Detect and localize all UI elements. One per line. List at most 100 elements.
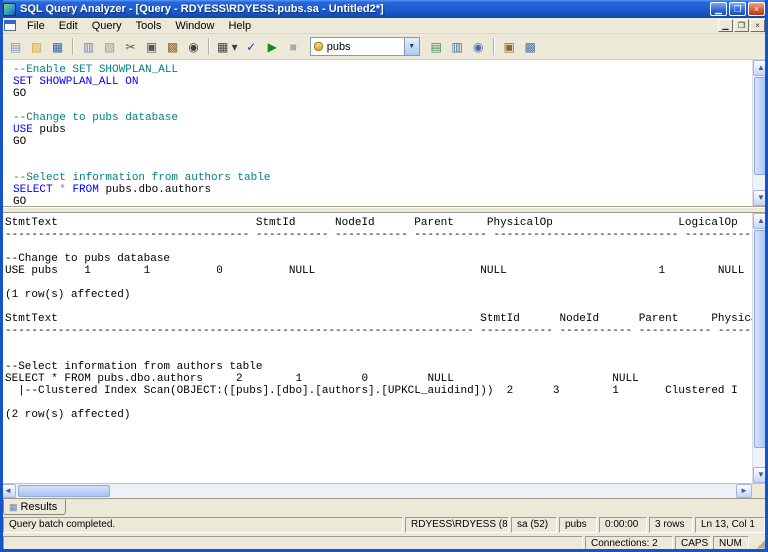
- object-search-button[interactable]: ◉: [468, 36, 489, 57]
- status-connections: Connections: 2: [585, 536, 673, 551]
- status-message: Query batch completed.: [3, 517, 403, 533]
- database-combo-value: pubs: [327, 41, 404, 53]
- scrollbar-corner: [752, 484, 768, 498]
- object-search-icon: ◉: [473, 41, 483, 53]
- save-disk-icon: ▦: [52, 41, 63, 53]
- toolbar-right: ▤ ▥ ◉ ▣ ▩: [426, 36, 541, 57]
- menu-window[interactable]: Window: [168, 18, 221, 34]
- editor-line: [13, 160, 752, 172]
- child-restore-button[interactable]: ❐: [734, 19, 749, 32]
- display-estimated-plan-button[interactable]: ▤: [426, 36, 447, 57]
- toolbar-left: ▤ ▨ ▦ ▥ ▧ ✂▣ ▩ ◉ ▦ ▾ ✓ ▶ ■: [5, 36, 304, 57]
- copy-button[interactable]: ▣: [141, 36, 162, 57]
- status-exec-time: 0:00:00: [599, 517, 647, 533]
- editor-line: USE pubs: [13, 124, 752, 136]
- results-vertical-scrollbar[interactable]: ▲ ▼: [752, 213, 768, 483]
- current-connection-properties-button[interactable]: ▣: [499, 36, 520, 57]
- connection-properties-icon: ▣: [504, 41, 515, 53]
- restore-button[interactable]: ❐: [729, 2, 746, 16]
- menu-tools[interactable]: Tools: [129, 18, 169, 34]
- results-output: StmtText StmtId NodeId Parent PhysicalOp…: [0, 213, 752, 483]
- parse-check-icon: ✓: [246, 41, 256, 53]
- query-window-icon: [4, 20, 16, 31]
- menu-edit[interactable]: Edit: [52, 18, 85, 34]
- editor-code: --Enable SET SHOWPLAN_ALLSET SHOWPLAN_AL…: [0, 60, 752, 206]
- editor-line: [13, 148, 752, 160]
- tab-results-label: Results: [21, 501, 58, 513]
- paste-icon: ▩: [167, 41, 178, 53]
- window-title: SQL Query Analyzer - [Query - RDYESS\RDY…: [20, 3, 708, 15]
- child-close-button[interactable]: ×: [750, 19, 765, 32]
- scroll-up-icon[interactable]: ▲: [753, 60, 768, 76]
- status-row-count: 3 rows: [649, 517, 693, 533]
- resize-grip-icon[interactable]: ◢: [751, 536, 766, 551]
- app-icon: [3, 3, 16, 16]
- results-pane: StmtText StmtId NodeId Parent PhysicalOp…: [0, 213, 768, 483]
- status-user: sa (52): [511, 517, 557, 533]
- template-icon: ▥: [83, 41, 94, 53]
- results-scroll-thumb[interactable]: [754, 230, 767, 448]
- cut-button[interactable]: ✂: [120, 36, 141, 57]
- new-query-button[interactable]: ▤: [5, 36, 26, 57]
- editor-vertical-scrollbar[interactable]: ▲ ▼: [752, 60, 768, 206]
- toolbar: ▤▨▦▥▧✂▣▩◉▦ ▾✓▶■ pubs ▼ ▤▥◉▣▩: [0, 34, 768, 60]
- clear-window-icon: ▧: [104, 41, 115, 53]
- results-pane-icon: ▩: [525, 41, 536, 53]
- save-query-button[interactable]: ▦: [47, 36, 68, 57]
- menu-query[interactable]: Query: [85, 18, 129, 34]
- scroll-down-icon[interactable]: ▼: [753, 467, 768, 483]
- editor-scroll-thumb[interactable]: [754, 77, 767, 175]
- execute-mode-button[interactable]: ▦ ▾: [214, 36, 241, 57]
- chevron-down-icon[interactable]: ▼: [404, 38, 419, 55]
- toolbar-separator: [493, 38, 495, 55]
- editor-line: --Enable SET SHOWPLAN_ALL: [13, 64, 752, 76]
- clear-window-button[interactable]: ▧: [99, 36, 120, 57]
- execute-query-button[interactable]: ▶: [262, 36, 283, 57]
- execution-plan-icon: ▤: [431, 41, 442, 53]
- status-cursor-position: Ln 13, Col 1: [695, 517, 765, 533]
- show-results-pane-button[interactable]: ▩: [520, 36, 541, 57]
- results-horizontal-scrollbar: ◄ ►: [0, 483, 768, 498]
- scroll-left-icon[interactable]: ◄: [0, 484, 16, 498]
- title-bar: SQL Query Analyzer - [Query - RDYESS\RDY…: [0, 0, 768, 18]
- menu-help[interactable]: Help: [221, 18, 258, 34]
- status-num-lock: NUM: [713, 536, 749, 551]
- results-tab-bar: ▦ Results: [0, 498, 768, 515]
- menu-file[interactable]: File: [20, 18, 52, 34]
- toolbar-separator: [208, 38, 210, 55]
- scroll-down-icon[interactable]: ▼: [753, 190, 768, 206]
- find-button[interactable]: ◉: [183, 36, 204, 57]
- child-minimize-button[interactable]: ▁: [718, 19, 733, 32]
- results-grid-icon: ▦: [9, 503, 18, 512]
- horizontal-scroll-thumb[interactable]: [18, 485, 110, 497]
- menu-bar: File Edit Query Tools Window Help ▁ ❐ ×: [0, 18, 768, 34]
- editor-line: GO: [13, 136, 752, 148]
- scroll-up-icon[interactable]: ▲: [753, 213, 768, 229]
- query-editor-pane[interactable]: --Enable SET SHOWPLAN_ALLSET SHOWPLAN_AL…: [0, 60, 768, 207]
- editor-line: GO: [13, 196, 752, 206]
- scroll-right-icon[interactable]: ►: [736, 484, 752, 498]
- paste-button[interactable]: ▩: [162, 36, 183, 57]
- cancel-query-button[interactable]: ■: [283, 36, 304, 57]
- minimize-button[interactable]: ▁: [710, 2, 727, 16]
- parse-query-button[interactable]: ✓: [241, 36, 262, 57]
- status-database: pubs: [559, 517, 597, 533]
- status-empty: [3, 536, 583, 551]
- status-caps-lock: CAPS: [675, 536, 711, 551]
- query-status-bar: Query batch completed. RDYESS\RDYESS (8.…: [0, 515, 768, 534]
- open-folder-icon: ▨: [31, 41, 42, 53]
- editor-line: SET SHOWPLAN_ALL ON: [13, 76, 752, 88]
- editor-line: --Select information from authors table: [13, 172, 752, 184]
- database-combo[interactable]: pubs ▼: [310, 37, 420, 56]
- cancel-stop-icon: ■: [290, 41, 297, 53]
- execute-play-icon: ▶: [268, 41, 277, 53]
- tab-results[interactable]: ▦ Results: [3, 499, 66, 515]
- execute-mode-dropdown-icon: ▦ ▾: [217, 41, 238, 53]
- insert-template-button[interactable]: ▥: [78, 36, 99, 57]
- horizontal-scroll-track[interactable]: [16, 484, 736, 498]
- sql-query-analyzer-window: SQL Query Analyzer - [Query - RDYESS\RDY…: [0, 0, 768, 552]
- close-button[interactable]: ×: [748, 2, 765, 16]
- load-script-button[interactable]: ▨: [26, 36, 47, 57]
- object-browser-button[interactable]: ▥: [447, 36, 468, 57]
- find-icon: ◉: [188, 41, 198, 53]
